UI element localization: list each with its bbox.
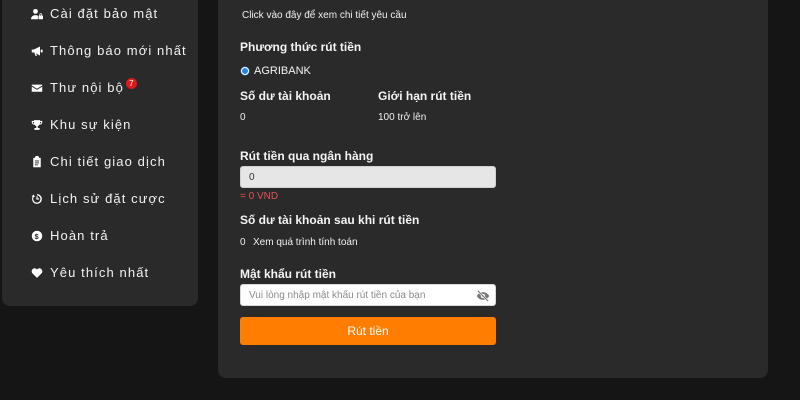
sidebar-item-label: Thông báo mới nhất	[50, 43, 187, 58]
heart-icon	[30, 266, 44, 280]
user-lock-icon	[30, 7, 44, 21]
bank-withdraw-label: Rút tiền qua ngân hàng	[240, 149, 374, 163]
withdraw-amount-input[interactable]	[240, 166, 496, 188]
envelope-icon	[30, 81, 44, 95]
sidebar-item-label: Chi tiết giao dịch	[50, 154, 166, 169]
balance-after-value: 0	[240, 237, 246, 248]
withdraw-password-input[interactable]	[240, 284, 496, 306]
trophy-icon	[30, 118, 44, 132]
clipboard-icon	[30, 155, 44, 169]
withdraw-limit-value: 100 trở lên	[378, 112, 427, 123]
sidebar-item-label: Yêu thích nhất	[50, 265, 150, 280]
balance-after-label: Số dư tài khoản sau khi rút tiền	[240, 213, 420, 227]
bank-option-label[interactable]: AGRIBANK	[254, 65, 311, 77]
withdraw-method-label: Phương thức rút tiền	[240, 40, 362, 54]
sidebar-item-transactions[interactable]: Chi tiết giao dịch	[30, 154, 166, 169]
withdraw-panel: Click vào đây để xem chi tiết yêu cầu Ph…	[218, 0, 768, 378]
withdraw-limit-label: Giới hạn rút tiền	[378, 89, 472, 103]
converted-amount-text: = 0 VND	[240, 191, 279, 202]
balance-label: Số dư tài khoản	[240, 89, 331, 103]
sidebar-item-label: Lịch sử đặt cược	[50, 191, 166, 206]
sidebar-item-label: Khu sự kiện	[50, 117, 132, 132]
unread-count-badge: 7	[125, 78, 137, 89]
history-icon	[30, 192, 44, 206]
bank-radio[interactable]	[241, 67, 249, 75]
sidebar-item-rebate[interactable]: $ Hoàn trả	[30, 228, 109, 243]
sidebar-item-inbox[interactable]: Thư nội bộ 7	[30, 78, 137, 95]
sidebar-item-security[interactable]: Cài đặt bảo mật	[30, 6, 158, 21]
dollar-circle-icon: $	[30, 229, 44, 243]
sidebar-item-label: Hoàn trả	[50, 228, 109, 243]
megaphone-icon	[30, 44, 44, 58]
account-sidebar: Cài đặt bảo mật Thông báo mới nhất Thư n…	[2, 0, 198, 306]
sidebar-item-label: Cài đặt bảo mật	[50, 6, 159, 21]
eye-slash-icon[interactable]	[476, 289, 490, 302]
withdraw-submit-button[interactable]: Rút tiền	[240, 317, 496, 345]
request-detail-link[interactable]: Click vào đây để xem chi tiết yêu cầu	[242, 10, 407, 21]
sidebar-item-label: Thư nội bộ	[50, 80, 124, 95]
svg-text:$: $	[35, 231, 40, 240]
sidebar-item-events[interactable]: Khu sự kiện	[30, 117, 132, 132]
view-calculation-link[interactable]: Xem quá trình tính toán	[253, 237, 358, 248]
withdraw-password-label: Mật khẩu rút tiền	[240, 267, 337, 281]
sidebar-item-notifications[interactable]: Thông báo mới nhất	[30, 43, 187, 58]
sidebar-item-favorites[interactable]: Yêu thích nhất	[30, 265, 149, 280]
balance-value: 0	[240, 112, 246, 123]
sidebar-item-bet-history[interactable]: Lịch sử đặt cược	[30, 191, 166, 206]
